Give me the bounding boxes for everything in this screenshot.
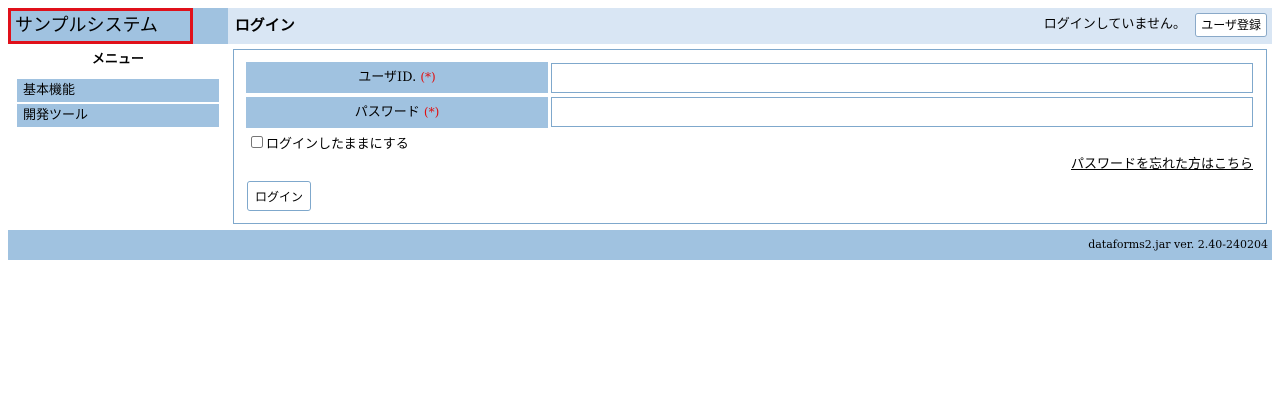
page-header: ログイン ログインしていません。 ユーザ登録 <box>228 8 1272 44</box>
user-id-input[interactable] <box>551 63 1253 93</box>
password-label-text: パスワード <box>354 105 420 120</box>
user-id-label-text: ユーザID. <box>358 70 417 85</box>
remember-login[interactable]: ログインしたままにする <box>251 133 409 152</box>
forgot-password-link[interactable]: パスワードを忘れた方はこちら <box>1071 153 1253 172</box>
password-label: パスワード (*) <box>246 97 548 128</box>
remember-login-checkbox[interactable] <box>251 136 263 148</box>
required-mark: (*) <box>423 105 440 119</box>
app-title-area: サンプルシステム <box>8 8 228 44</box>
sidebar-item-basic-functions[interactable]: 基本機能 <box>17 79 219 102</box>
footer: dataforms2.jar ver. 2.40-240204 <box>8 230 1272 260</box>
login-button[interactable]: ログイン <box>247 181 312 211</box>
sidebar-item-dev-tools[interactable]: 開発ツール <box>17 104 219 127</box>
login-status: ログインしていません。 <box>1043 17 1186 32</box>
menu-heading: メニュー <box>91 52 144 67</box>
version-text: dataforms2.jar ver. 2.40-240204 <box>1088 238 1268 251</box>
app-title: サンプルシステム <box>8 8 193 44</box>
password-input[interactable] <box>551 97 1253 127</box>
login-form-panel: ユーザID. (*) パスワード (*) ログインしたままにする パスワードを忘… <box>233 49 1267 224</box>
user-id-label: ユーザID. (*) <box>246 62 548 93</box>
page-title: ログイン <box>235 16 296 34</box>
user-register-button[interactable]: ユーザ登録 <box>1195 13 1267 37</box>
remember-login-label: ログインしたままにする <box>266 136 409 152</box>
required-mark: (*) <box>420 70 436 84</box>
